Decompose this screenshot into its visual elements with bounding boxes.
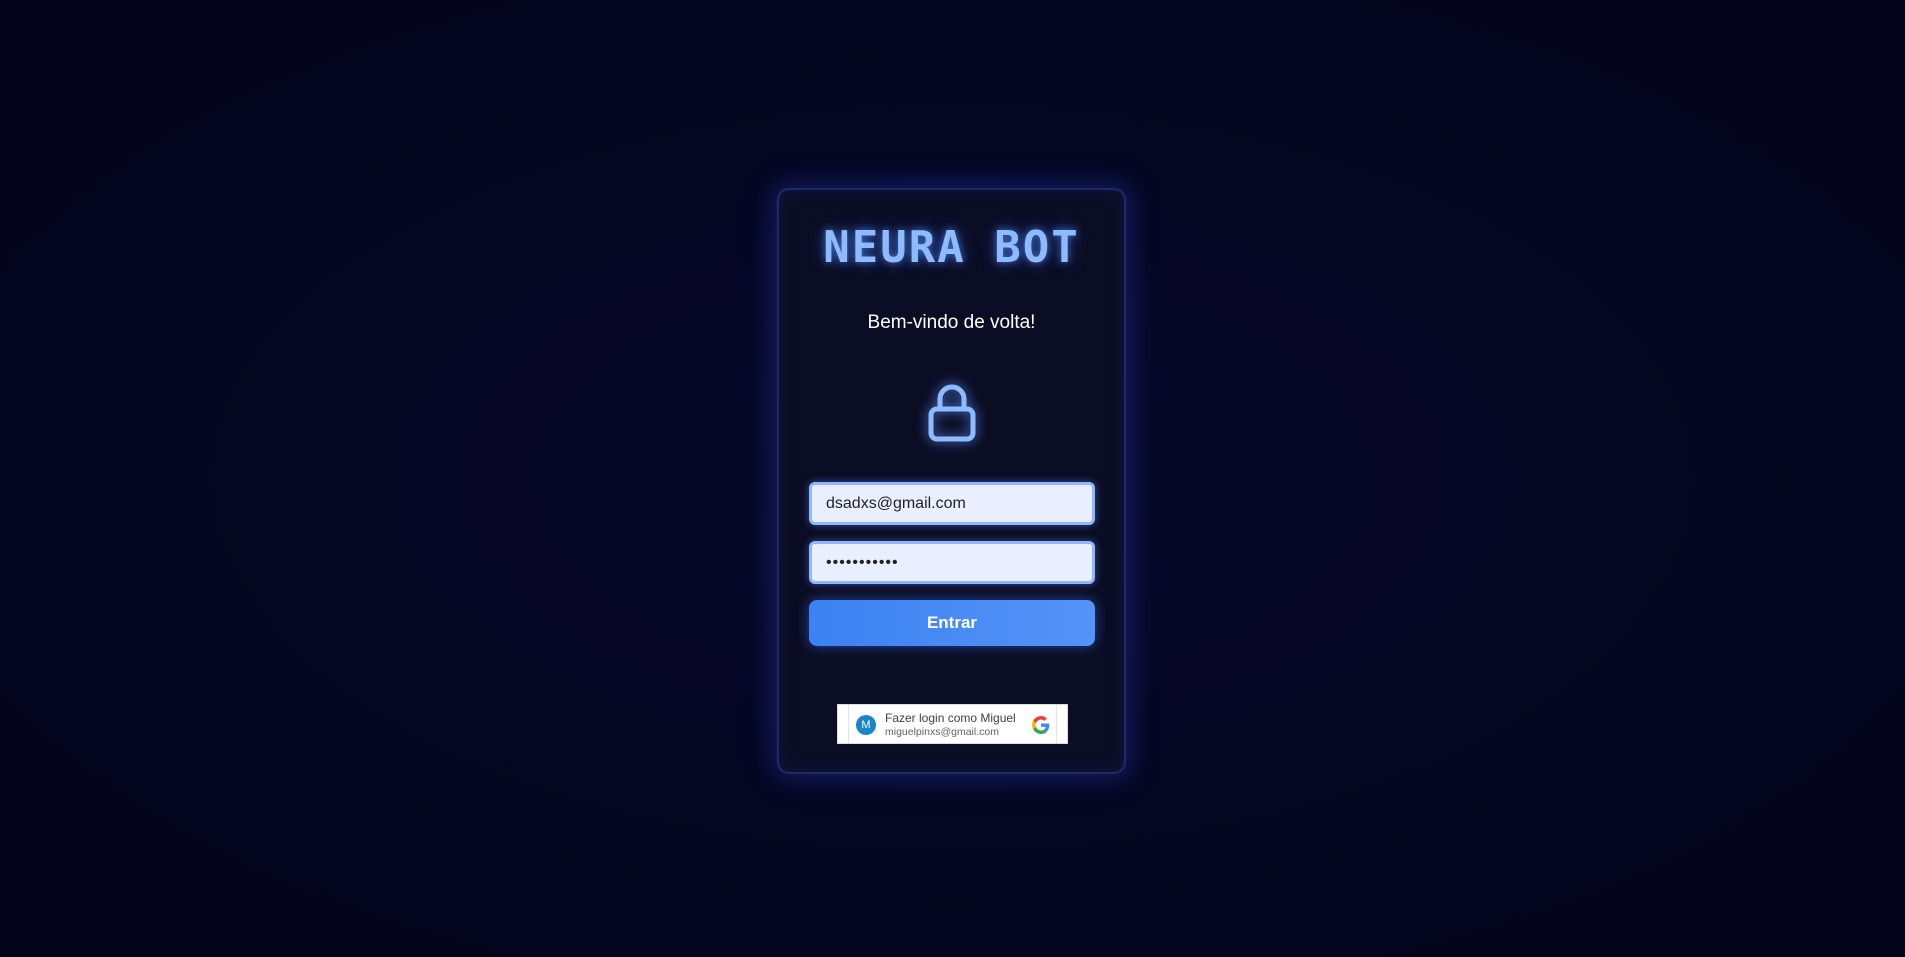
- google-signin-name: Fazer login como Miguel: [885, 711, 1016, 725]
- google-signin-button[interactable]: M Fazer login como Miguel miguelpinxs@gm…: [837, 704, 1068, 744]
- login-button[interactable]: Entrar: [809, 600, 1095, 646]
- email-field[interactable]: [809, 482, 1095, 525]
- avatar: M: [856, 715, 876, 735]
- google-signin-content: M Fazer login como Miguel miguelpinxs@gm…: [848, 705, 1057, 743]
- welcome-subtitle: Bem-vindo de volta!: [867, 312, 1036, 333]
- lock-icon: [928, 384, 976, 442]
- password-field[interactable]: [809, 541, 1095, 584]
- brand-title: NEURA BOT: [823, 222, 1080, 273]
- google-signin-email: miguelpinxs@gmail.com: [885, 726, 999, 738]
- google-g-icon: [1032, 716, 1050, 734]
- login-card: NEURA BOT Bem-vindo de volta! Entrar M F…: [777, 188, 1126, 774]
